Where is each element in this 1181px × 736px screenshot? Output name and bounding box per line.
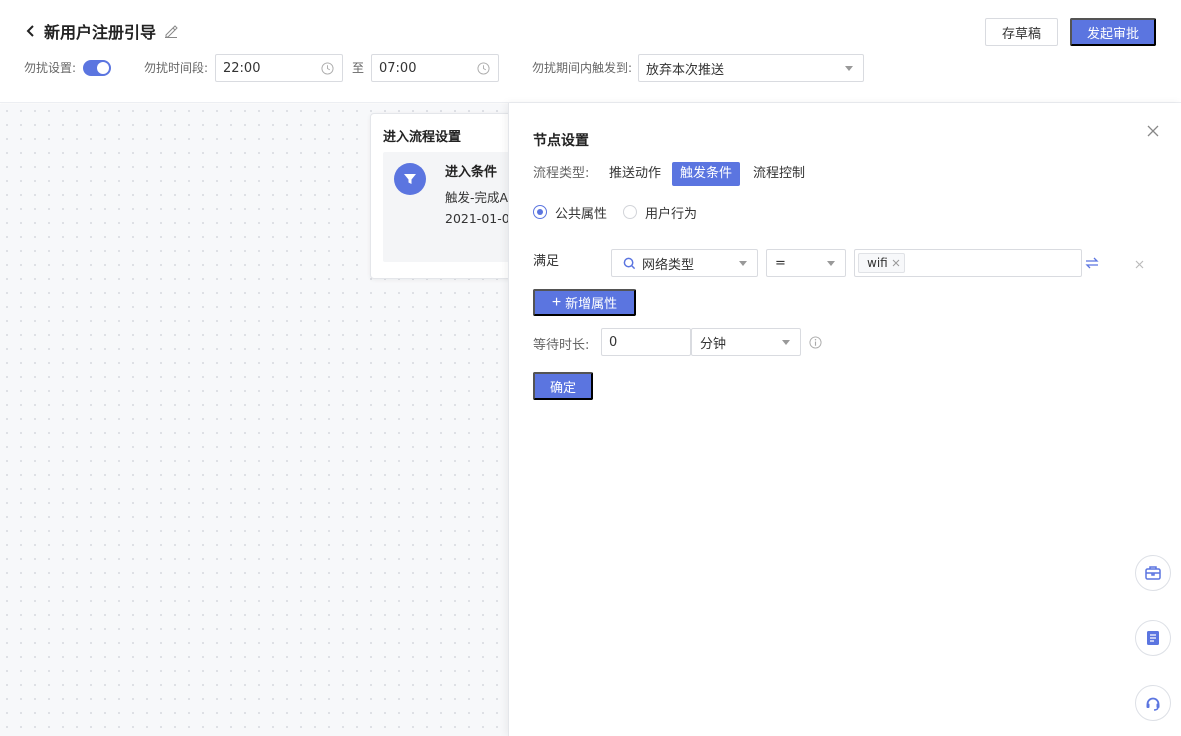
back-arrow-icon[interactable] (26, 20, 40, 42)
remove-condition-icon[interactable] (1135, 260, 1144, 269)
chevron-down-icon (845, 66, 853, 71)
search-icon (623, 257, 636, 269)
chevron-down-icon (739, 261, 747, 266)
radio-user-behavior-label: 用户行为 (645, 206, 698, 222)
operator-select[interactable]: = (766, 249, 846, 277)
document-button[interactable] (1135, 620, 1171, 656)
wait-duration-input[interactable]: 0 (601, 328, 691, 356)
dnd-settings-row: 勿扰设置: 勿扰时间段: 22:00 至 07:00 勿扰期间内触发到: 放弃本… (24, 54, 1164, 82)
trigger-action-select[interactable]: 放弃本次推送 (638, 54, 864, 82)
page-title: 新用户注册引导 (44, 23, 157, 42)
page-header: 新用户注册引导 存草稿 发起审批 勿扰设置: 勿扰时间段: 22:00 至 07… (0, 0, 1181, 103)
toolbox-icon (1145, 566, 1161, 580)
wait-duration-value: 0 (609, 334, 618, 350)
radio-user-behavior[interactable] (623, 205, 638, 219)
tab-flow-control[interactable]: 流程控制 (745, 162, 813, 186)
value-tag-input[interactable]: wifi (854, 249, 1082, 277)
confirm-button[interactable]: 确定 (533, 372, 593, 400)
flow-card-title: 进入流程设置 (383, 130, 462, 145)
operator-value: = (775, 255, 786, 271)
wait-unit-value: 分钟 (700, 336, 727, 352)
save-draft-button[interactable]: 存草稿 (985, 18, 1058, 46)
clock-icon (477, 62, 490, 75)
info-icon[interactable] (809, 336, 822, 349)
title-row: 新用户注册引导 (26, 19, 180, 43)
dnd-toggle[interactable] (83, 60, 111, 76)
start-time-input[interactable]: 22:00 (215, 54, 343, 82)
add-attribute-label: 新增属性 (565, 296, 618, 311)
wait-duration-label: 等待时长: (533, 338, 590, 353)
radio-public-attribute-label: 公共属性 (555, 206, 608, 222)
tab-push-action[interactable]: 推送动作 (601, 162, 669, 186)
headset-icon (1146, 697, 1160, 711)
condition-date-text: 2021-01-07 (445, 211, 518, 226)
attribute-value: 网络类型 (642, 257, 695, 273)
close-icon[interactable] (1146, 124, 1160, 138)
flow-type-label: 流程类型: (533, 166, 590, 181)
entry-flow-card[interactable]: 进入流程设置 进入条件 触发-完成A 2021-01-07 (370, 113, 530, 279)
submit-approval-button[interactable]: 发起审批 (1070, 18, 1156, 46)
filter-funnel-icon (394, 163, 426, 195)
end-time-value: 07:00 (379, 60, 417, 76)
attribute-type-radios: 公共属性 用户行为 (533, 202, 697, 222)
wait-unit-select[interactable]: 分钟 (691, 328, 801, 356)
start-time-value: 22:00 (223, 60, 261, 76)
value-tag: wifi (858, 253, 905, 273)
dnd-period-label: 勿扰时间段: (144, 61, 209, 75)
condition-trigger-text: 触发-完成A (445, 190, 509, 205)
document-icon (1147, 631, 1159, 645)
add-attribute-button[interactable]: + 新增属性 (533, 289, 636, 316)
dnd-setting-label: 勿扰设置: (24, 61, 77, 75)
toolbox-button[interactable] (1135, 555, 1171, 591)
support-button[interactable] (1135, 685, 1171, 721)
radio-public-attribute[interactable] (533, 205, 547, 219)
chevron-down-icon (782, 340, 790, 345)
trigger-during-dnd-label: 勿扰期间内触发到: (532, 61, 633, 75)
plus-icon: + (551, 293, 562, 311)
satisfy-label: 满足 (533, 254, 560, 269)
tag-close-icon[interactable] (892, 259, 900, 267)
drawer-title: 节点设置 (533, 133, 589, 149)
tab-trigger-condition[interactable]: 触发条件 (672, 162, 741, 186)
chevron-down-icon (827, 261, 835, 266)
end-time-input[interactable]: 07:00 (371, 54, 499, 82)
to-label: 至 (352, 61, 365, 75)
condition-title: 进入条件 (445, 165, 498, 180)
node-settings-drawer: 节点设置 流程类型: 推送动作 触发条件 流程控制 公共属性 用户行为 满足 网… (508, 103, 1181, 736)
swap-arrows-icon[interactable] (1085, 256, 1099, 270)
clock-icon (321, 62, 334, 75)
edit-pencil-icon[interactable] (164, 23, 180, 39)
attribute-select[interactable]: 网络类型 (611, 249, 758, 277)
trigger-action-value: 放弃本次推送 (646, 62, 725, 78)
value-tag-text: wifi (867, 256, 888, 270)
